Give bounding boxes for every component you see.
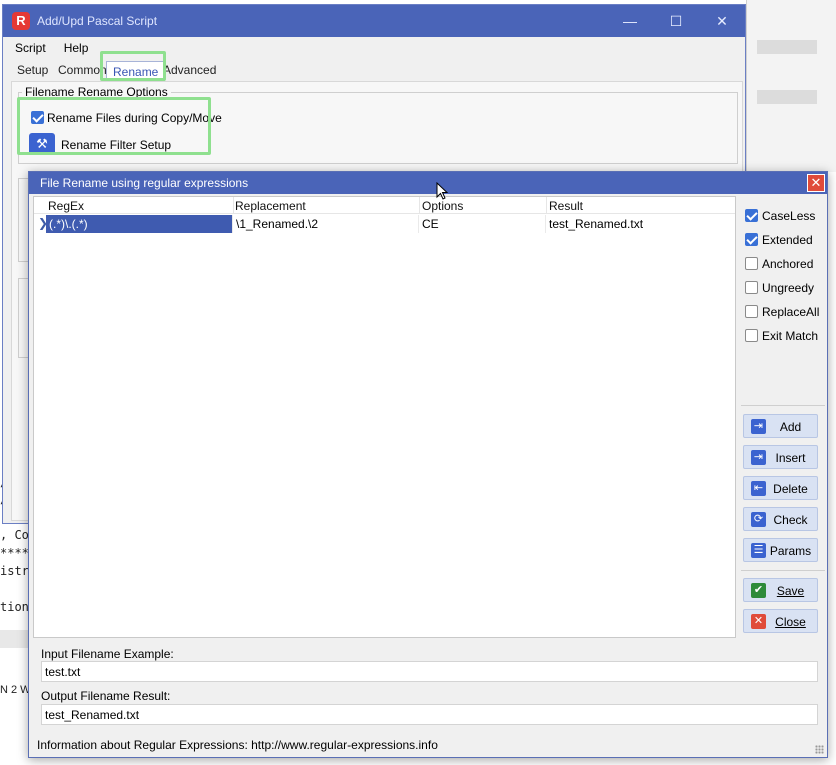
tab-advanced[interactable]: Advanced [163,63,216,77]
editor-line: , Co [0,528,29,542]
cell-options[interactable]: CE [419,215,546,233]
extended-checkbox[interactable] [745,233,758,246]
cell-result[interactable]: test_Renamed.txt [546,215,736,233]
params-label: Params [769,544,812,558]
menu-help[interactable]: Help [62,39,91,57]
ungreedy-checkbox[interactable] [745,281,758,294]
regex-info-text: Information about Regular Expressions: h… [37,738,438,752]
close-window-button[interactable]: ✕ [699,5,745,37]
delete-label: Delete [773,482,808,496]
check-label: Check [773,513,808,527]
column-header-options[interactable]: Options [422,199,463,213]
column-header-replacement[interactable]: Replacement [235,199,306,213]
replaceall-checkbox[interactable] [745,305,758,318]
params-button[interactable]: ☰ Params [743,538,818,562]
tab-rename[interactable]: Rename [106,61,166,82]
rename-options-group: Filename Rename Options [18,85,738,164]
tab-common[interactable]: Common [58,63,107,77]
dialog-titlebar: File Rename using regular expressions ✕ [29,172,827,194]
column-header-regex[interactable]: RegEx [48,199,84,213]
table-row[interactable]: ❯ (.*)\.(.*) \1_Renamed.\2 CE test_Renam… [34,215,735,233]
save-label: Save [776,584,805,598]
check-button[interactable]: ⟳ Check [743,507,818,531]
delete-button[interactable]: ⇤ Delete [743,476,818,500]
rename-filter-setup-label[interactable]: Rename Filter Setup [61,138,171,152]
save-button[interactable]: ✔ Save [743,578,818,602]
editor-line: tion [0,600,29,614]
output-filename-label: Output Filename Result: [41,689,171,703]
tab-strip: Setup Common Rename Advanced [3,59,745,83]
menu-script[interactable]: Script [13,39,48,57]
menu-bar: Script Help [3,37,745,59]
divider [741,570,825,571]
mouse-cursor-icon [436,182,448,200]
background-right-window [746,0,836,172]
cell-replacement[interactable]: \1_Renamed.\2 [233,215,419,233]
close-button[interactable]: ✕ Close [743,609,818,633]
anchored-label: Anchored [762,257,814,271]
group-title: Filename Rename Options [22,85,171,99]
extended-label: Extended [762,233,813,247]
add-button[interactable]: ⇥ Add [743,414,818,438]
output-filename-field[interactable]: test_Renamed.txt [41,704,818,725]
app-logo-icon: R [12,12,30,30]
ungreedy-label: Ungreedy [762,281,815,295]
input-filename-label: Input Filename Example: [41,647,174,661]
editor-line: istr [0,564,29,578]
rename-files-checkbox[interactable] [31,111,44,124]
caseless-label: CaseLess [762,209,816,223]
window-title: Add/Upd Pascal Script [37,14,158,28]
insert-button[interactable]: ⇥ Insert [743,445,818,469]
add-label: Add [779,420,802,434]
minimize-button[interactable]: — [607,5,653,37]
close-label: Close [775,615,806,629]
replaceall-label: ReplaceAll [762,305,820,319]
resize-grip-icon[interactable] [815,745,824,754]
insert-label: Insert [775,451,806,465]
editor-line: **** [0,546,29,560]
maximize-button[interactable]: ☐ [653,5,699,37]
regex-rename-dialog: File Rename using regular expressions ✕ … [28,171,828,758]
caseless-checkbox[interactable] [745,209,758,222]
dialog-close-icon[interactable]: ✕ [807,174,825,192]
wrench-icon[interactable]: ⚒ [29,133,55,155]
tab-setup[interactable]: Setup [17,63,48,77]
regex-grid[interactable]: RegEx Replacement Options Result ❯ (.*)\… [33,196,736,638]
dialog-title: File Rename using regular expressions [40,176,249,190]
grid-header: RegEx Replacement Options Result [34,197,735,214]
exit-match-label: Exit Match [762,329,819,343]
exit-match-checkbox[interactable] [745,329,758,342]
divider [741,405,825,406]
input-filename-field[interactable]: test.txt [41,661,818,682]
window-titlebar: R Add/Upd Pascal Script — ☐ ✕ [3,5,745,37]
rename-files-label: Rename Files during Copy/Move [47,111,222,125]
cell-regex[interactable]: (.*)\.(.*) [46,215,233,233]
column-header-result[interactable]: Result [549,199,583,213]
anchored-checkbox[interactable] [745,257,758,270]
